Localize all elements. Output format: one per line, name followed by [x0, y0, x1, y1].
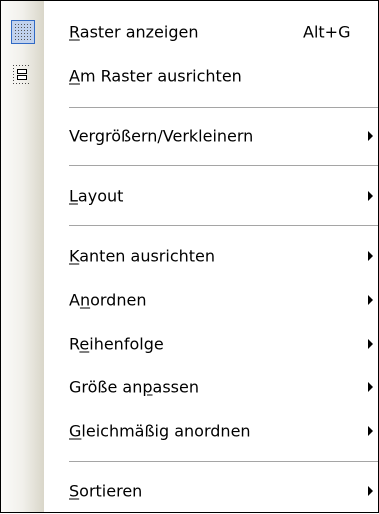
- menu-separator: [69, 165, 378, 166]
- menu-item-kanten-ausrichten[interactable]: Kanten ausrichten: [1, 233, 378, 279]
- menu-item-vergroessern-verkleinern[interactable]: Vergrößern/Verkleinern: [1, 113, 378, 159]
- submenu-arrow-icon: [368, 339, 373, 349]
- submenu-arrow-icon: [368, 382, 373, 392]
- menu-item-reihenfolge[interactable]: Reihenfolge: [1, 321, 378, 367]
- menu-item-label: Kanten ausrichten: [69, 246, 216, 266]
- menu-item-label: Anordnen: [69, 290, 147, 310]
- menu-item-raster-anzeigen[interactable]: Raster anzeigen Alt+G: [1, 9, 378, 55]
- grid-icon: [11, 20, 35, 44]
- menu-separator: [69, 461, 378, 462]
- submenu-arrow-icon: [368, 295, 373, 305]
- menu-separator: [69, 107, 378, 108]
- menu-item-label: Layout: [69, 186, 124, 206]
- submenu-arrow-icon: [368, 131, 373, 141]
- menu-item-label: Vergrößern/Verkleinern: [69, 126, 254, 146]
- submenu-arrow-icon: [368, 426, 373, 436]
- shortcut-label: Alt+G: [303, 22, 351, 42]
- menu-item-label: Größe anpassen: [69, 377, 199, 397]
- menu-item-am-raster-ausrichten[interactable]: Am Raster ausrichten: [1, 53, 378, 99]
- submenu-arrow-icon: [368, 251, 373, 261]
- submenu-arrow-icon: [368, 486, 373, 496]
- menu-item-label: Am Raster ausrichten: [69, 66, 242, 86]
- menu-item-sortieren[interactable]: Sortieren: [1, 468, 378, 514]
- menu-item-label: Reihenfolge: [69, 334, 164, 354]
- menu-item-label: Sortieren: [69, 481, 143, 501]
- menu-item-anordnen[interactable]: Anordnen: [1, 277, 378, 323]
- menu-item-label: Raster anzeigen: [69, 22, 199, 42]
- menu-item-gleichmaessig-anordnen[interactable]: Gleichmäßig anordnen: [1, 408, 378, 454]
- menu-item-label: Gleichmäßig anordnen: [69, 421, 251, 441]
- menu-separator: [69, 225, 378, 226]
- align-to-grid-icon: [11, 63, 35, 87]
- context-menu: Raster anzeigen Alt+G Am Raster ausricht…: [0, 0, 379, 513]
- menu-item-groesse-anpassen[interactable]: Größe anpassen: [1, 364, 378, 410]
- submenu-arrow-icon: [368, 191, 373, 201]
- menu-item-layout[interactable]: Layout: [1, 173, 378, 219]
